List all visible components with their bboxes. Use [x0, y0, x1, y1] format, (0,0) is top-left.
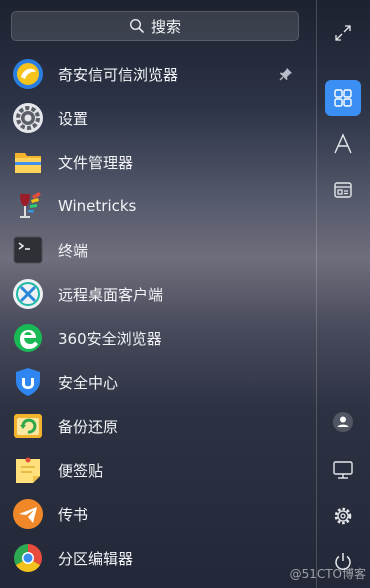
- app-item-360-browser[interactable]: 360安全浏览器: [0, 316, 316, 360]
- app-item-partition-editor[interactable]: 分区编辑器: [0, 536, 316, 580]
- app-item-winetricks[interactable]: Winetricks: [0, 184, 316, 228]
- pin-icon[interactable]: [278, 66, 294, 82]
- app-label: 远程桌面客户端: [58, 285, 164, 304]
- app-label: 奇安信可信浏览器: [58, 65, 179, 84]
- app-list: 奇安信可信浏览器 设置 文件管理器 Winetricks 终端 远程桌面客户端 …: [0, 52, 316, 580]
- expand-icon: [335, 25, 351, 41]
- category-icon: [334, 182, 352, 198]
- start-menu-launcher: 搜索 奇安信可信浏览器 设置 文件管理器 Winetricks 终端 远程桌面客…: [0, 0, 316, 588]
- app-label: 文件管理器: [58, 153, 134, 172]
- search-input[interactable]: 搜索: [11, 11, 299, 41]
- app-label: 传书: [58, 505, 89, 524]
- user-button[interactable]: [325, 404, 361, 440]
- sticky-note-icon: [12, 454, 44, 486]
- paper-plane-icon: [12, 498, 44, 530]
- app-label: 分区编辑器: [58, 549, 134, 568]
- app-label: 设置: [58, 109, 89, 128]
- search-icon: [129, 18, 144, 33]
- app-label: 360安全浏览器: [58, 329, 162, 348]
- 360-browser-icon: [12, 322, 44, 354]
- app-item-security-center[interactable]: 安全中心: [0, 360, 316, 404]
- app-item-qianxin-browser[interactable]: 奇安信可信浏览器: [0, 52, 316, 96]
- search-label: 搜索: [150, 17, 181, 36]
- qianxin-browser-icon: [12, 58, 44, 90]
- app-item-settings[interactable]: 设置: [0, 96, 316, 140]
- remote-desktop-icon: [12, 278, 44, 310]
- app-label: Winetricks: [58, 197, 137, 215]
- user-icon: [333, 412, 353, 432]
- app-item-backup-restore[interactable]: 备份还原: [0, 404, 316, 448]
- app-label: 终端: [58, 241, 89, 260]
- settings-icon: [334, 507, 352, 525]
- app-item-terminal[interactable]: 终端: [0, 228, 316, 272]
- app-item-remote-desktop[interactable]: 远程桌面客户端: [0, 272, 316, 316]
- category-button[interactable]: [325, 172, 361, 208]
- letter-a-icon: [334, 133, 352, 154]
- app-item-sticky-notes[interactable]: 便签贴: [0, 448, 316, 492]
- app-label: 备份还原: [58, 417, 119, 436]
- watermark: @51CTO博客: [289, 567, 366, 581]
- launcher-sidebar: [316, 0, 370, 588]
- settings-gear-icon: [12, 102, 44, 134]
- computer-icon: [333, 461, 353, 479]
- app-label: 安全中心: [58, 373, 119, 392]
- partition-editor-icon: [12, 542, 44, 574]
- security-shield-icon: [12, 366, 44, 398]
- backup-restore-icon: [12, 410, 44, 442]
- folder-icon: [12, 146, 44, 178]
- computer-button[interactable]: [325, 452, 361, 488]
- app-label: 便签贴: [58, 461, 104, 480]
- grid-view-button[interactable]: [325, 80, 361, 116]
- app-item-chuanshu[interactable]: 传书: [0, 492, 316, 536]
- terminal-icon: [12, 234, 44, 266]
- app-item-file-manager[interactable]: 文件管理器: [0, 140, 316, 184]
- letter-sort-button[interactable]: [325, 126, 361, 162]
- settings-button[interactable]: [325, 498, 361, 534]
- expand-button[interactable]: [325, 15, 361, 51]
- winetricks-icon: [12, 190, 44, 222]
- grid-view-icon: [334, 89, 352, 107]
